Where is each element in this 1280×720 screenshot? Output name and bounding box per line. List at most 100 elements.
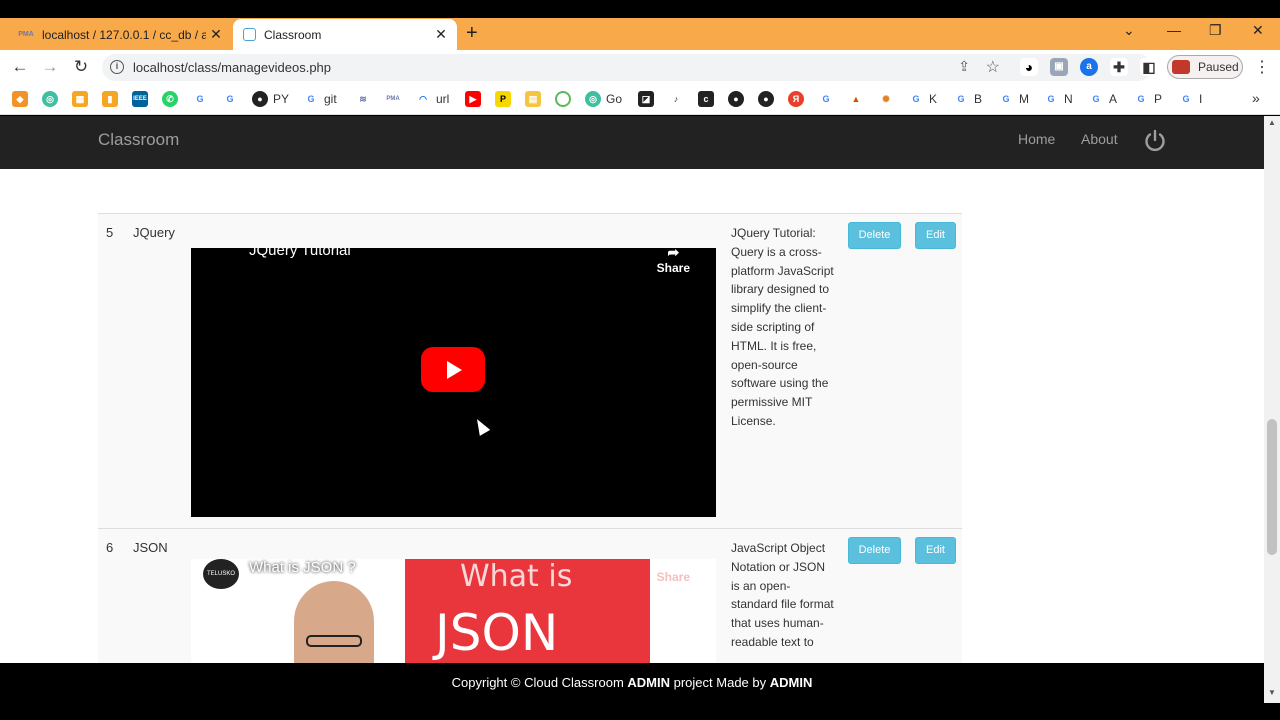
scroll-down-icon[interactable]: ▼ <box>1268 688 1276 697</box>
bookmark-label: A <box>1109 92 1118 106</box>
close-icon[interactable]: ✕ <box>431 26 451 43</box>
bookmark-item[interactable]: ● <box>758 90 774 108</box>
embedded-video[interactable]: What is JSON TELUSKO What is JSON ? ➦ Sh… <box>191 559 716 663</box>
nav-link-home[interactable]: Home <box>1018 131 1055 147</box>
bookmark-item[interactable]: ▲ <box>848 90 864 108</box>
bookmark-item[interactable]: ▦ <box>72 90 88 108</box>
share-arrow-icon: ➦ <box>667 559 680 569</box>
google-icon: G <box>192 91 208 107</box>
tab-phpmyadmin[interactable]: PMA localhost / 127.0.0.1 / cc_db / adr … <box>8 19 232 50</box>
folder-icon: ▤ <box>525 91 541 107</box>
edit-button[interactable]: Edit <box>915 222 956 249</box>
menu-kebab-icon[interactable]: ⋮ <box>1254 57 1270 77</box>
forward-button[interactable]: → <box>39 57 61 77</box>
bookmark-b[interactable]: GB <box>953 90 982 108</box>
google-icon: G <box>1088 91 1104 107</box>
presenter-image <box>294 581 374 663</box>
back-button[interactable]: ← <box>9 57 31 77</box>
edit-button[interactable]: Edit <box>915 537 956 564</box>
bookmark-label: M <box>1019 92 1029 106</box>
delete-button[interactable]: Delete <box>848 537 901 564</box>
footer-text: project Made by <box>670 675 770 690</box>
url-text[interactable]: localhost/class/managevideos.php <box>133 60 331 75</box>
restore-button[interactable]: ❐ <box>1209 22 1222 39</box>
share-icon[interactable]: ⇪ <box>958 58 970 75</box>
new-tab-button[interactable]: + <box>466 22 478 45</box>
site-info-icon[interactable]: i <box>110 60 124 74</box>
bookmark-item[interactable]: P <box>495 90 511 108</box>
youtube-play-button[interactable] <box>421 347 485 392</box>
bookmark-url[interactable]: ◠ url <box>415 90 449 108</box>
extensions-puzzle-icon[interactable]: ✚ <box>1110 58 1128 76</box>
bookmark-item[interactable]: ◎ <box>42 90 58 108</box>
bookmark-item[interactable]: IEEE <box>132 90 148 108</box>
bookmark-item[interactable]: G <box>818 90 834 108</box>
bookmark-item[interactable]: ● <box>728 90 744 108</box>
tab-classroom[interactable]: Classroom ✕ <box>233 19 457 50</box>
bookmark-item[interactable]: ◆ <box>12 90 28 108</box>
address-bar[interactable]: i localhost/class/managevideos.php ⇪ ☆ <box>102 54 1152 81</box>
share-button[interactable]: ➦ Share <box>657 248 690 275</box>
reload-button[interactable]: ↻ <box>70 57 92 77</box>
scroll-up-icon[interactable]: ▲ <box>1268 118 1276 127</box>
google-icon: G <box>953 91 969 107</box>
bookmark-item[interactable]: G <box>222 90 238 108</box>
table-row: 6 JSON What is JSON TELUSKO What is JSON… <box>98 528 962 663</box>
share-label: Share <box>656 570 690 584</box>
bookmark-item[interactable]: ▶ <box>465 90 481 108</box>
bookmark-label: Go <box>606 92 623 106</box>
video-description: JavaScript Object Notation or JSON is an… <box>731 541 834 649</box>
bookmark-go[interactable]: ◎ Go <box>585 90 622 108</box>
bookmark-item[interactable]: ♪ <box>668 90 684 108</box>
panda-extension-icon[interactable]: ◕ <box>1020 58 1038 76</box>
bookmark-py[interactable]: ● PY <box>252 90 289 108</box>
bookmark-item[interactable]: PMA <box>385 90 401 108</box>
bookmark-item[interactable]: ✺ <box>878 90 894 108</box>
embedded-video[interactable]: JQuery Tutorial ➦ Share <box>191 248 716 517</box>
channel-avatar[interactable]: TELUSKO <box>203 559 239 589</box>
classroom-icon <box>243 28 256 41</box>
close-icon[interactable]: ✕ <box>206 26 226 43</box>
bookmark-item[interactable] <box>555 90 571 108</box>
window-close-button[interactable]: ✕ <box>1252 22 1264 39</box>
bookmark-item[interactable]: ▮ <box>102 90 118 108</box>
page-scrollbar[interactable]: ▲ ▼ <box>1264 116 1280 703</box>
share-arrow-icon: ➦ <box>667 248 680 260</box>
navbar-brand[interactable]: Classroom <box>98 130 179 150</box>
profile-button[interactable]: Paused <box>1167 55 1243 79</box>
bookmark-i[interactable]: GI <box>1178 90 1202 108</box>
google-icon: G <box>222 91 238 107</box>
bookmark-k[interactable]: GK <box>908 90 937 108</box>
bookmark-item[interactable]: Я <box>788 90 804 108</box>
tab-search-icon[interactable]: ⌄ <box>1123 22 1135 39</box>
power-icon[interactable] <box>1143 129 1167 153</box>
thumbnail-text: What is <box>460 559 573 594</box>
scrollbar-thumb[interactable] <box>1267 419 1277 555</box>
bookmark-m[interactable]: GM <box>998 90 1029 108</box>
bookmark-p[interactable]: GP <box>1133 90 1162 108</box>
bookmark-item[interactable]: ≋ <box>355 90 371 108</box>
bookmark-git[interactable]: Ggit <box>303 90 337 108</box>
bookmark-item[interactable]: G <box>192 90 208 108</box>
bookmark-a[interactable]: GA <box>1088 90 1117 108</box>
minimize-button[interactable]: — <box>1167 22 1181 38</box>
bookmark-item[interactable]: ✆ <box>162 90 178 108</box>
bookmark-item[interactable]: ◪ <box>638 90 654 108</box>
bookmark-item[interactable]: c <box>698 90 714 108</box>
page-viewport: Classroom Home About 5 JQuery JQuery Tut… <box>0 116 1264 663</box>
nav-link-about[interactable]: About <box>1081 131 1118 147</box>
delete-button[interactable]: Delete <box>848 222 901 249</box>
side-panel-icon[interactable]: ◧ <box>1140 58 1158 76</box>
video-id: 5 <box>106 225 114 240</box>
share-button[interactable]: ➦ Share <box>657 559 690 584</box>
bookmark-n[interactable]: GN <box>1043 90 1073 108</box>
bookmark-item[interactable]: ▤ <box>525 90 541 108</box>
video-title[interactable]: JQuery Tutorial <box>249 248 351 259</box>
chevron-right-icon[interactable]: » <box>1252 90 1260 106</box>
image-extension-icon[interactable]: ▣ <box>1050 58 1068 76</box>
a-extension-icon[interactable]: a <box>1080 58 1098 76</box>
footer-admin: ADMIN <box>769 675 813 690</box>
bookmark-star-icon[interactable]: ☆ <box>986 57 1000 77</box>
bookmark-label: I <box>1199 92 1203 106</box>
video-title[interactable]: What is JSON ? <box>249 559 356 576</box>
